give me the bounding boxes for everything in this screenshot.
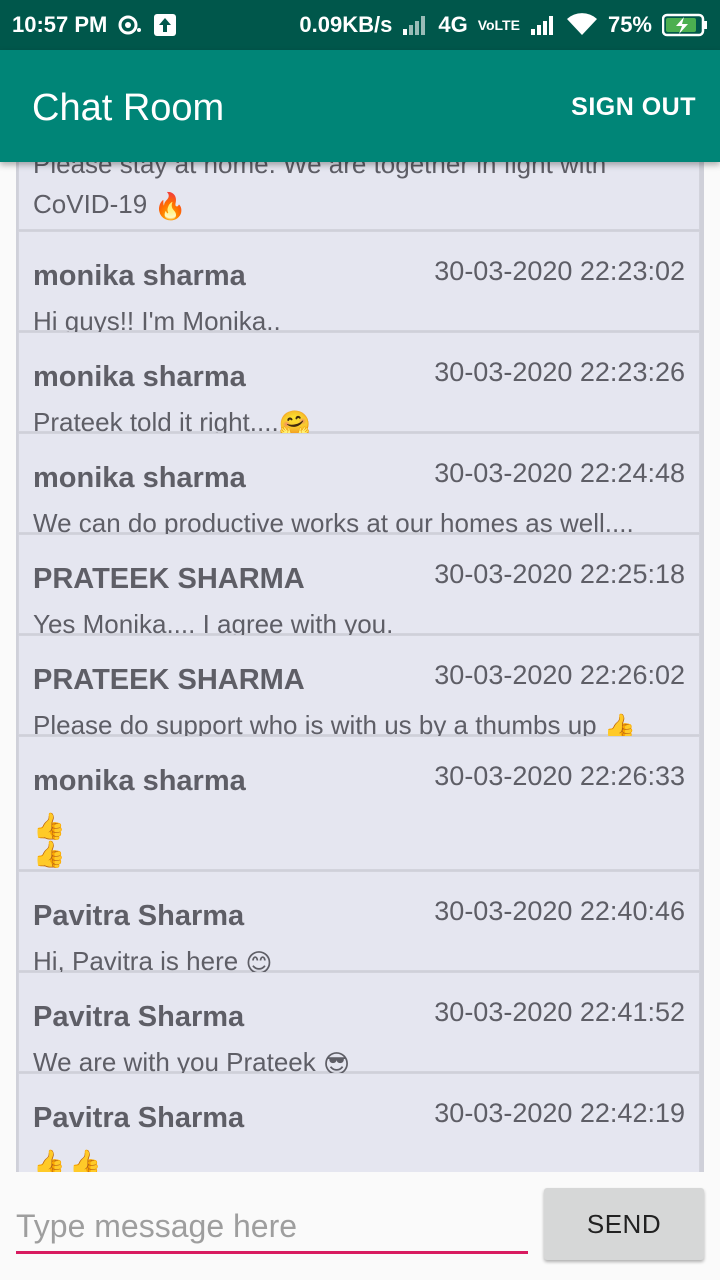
message-item: Pavitra Sharma 30-03-2020 22:42:19 👍 👍 [18, 1073, 700, 1172]
thumbs-up-emoji: 👍 [33, 839, 66, 869]
message-item: monika sharma 30-03-2020 22:23:26 Pratee… [18, 332, 700, 437]
message-item: Pavitra Sharma 30-03-2020 22:40:46 Hi, P… [18, 871, 700, 976]
page-title: Chat Room [32, 87, 225, 129]
sender-name: Pavitra Sharma [33, 1102, 245, 1134]
sender-name: monika sharma [33, 260, 246, 292]
sender-name: Pavitra Sharma [33, 1001, 245, 1033]
chat-list[interactable]: Please stay at home. We are together in … [16, 162, 704, 1172]
message-input[interactable] [16, 1202, 528, 1254]
message-timestamp: 30-03-2020 22:23:26 [434, 357, 685, 387]
network-speed: 0.09KB/s [299, 12, 393, 37]
thumbs-up-emoji: 👍 [33, 811, 66, 841]
message-emoji-stack: 👍 👍 [33, 813, 65, 869]
message-text-continued: CoVID-19 🔥 [33, 189, 187, 222]
message-composer: SEND [0, 1172, 720, 1280]
message-item: monika sharma 30-03-2020 22:26:33 👍 👍 [18, 736, 700, 870]
fire-emoji: 🔥 [154, 191, 187, 222]
sender-name: Pavitra Sharma [33, 900, 245, 932]
message-timestamp: 30-03-2020 22:41:52 [434, 997, 685, 1027]
message-timestamp: 30-03-2020 22:26:33 [434, 761, 685, 791]
message-item: PRATEEK SHARMA 30-03-2020 22:25:18 Yes M… [18, 534, 700, 639]
status-bar: 10:57 PM 0.09KB/s 4G Vo LTE 75% [0, 0, 720, 50]
upload-icon [153, 13, 177, 37]
sender-name: monika sharma [33, 765, 246, 797]
sender-name: monika sharma [33, 462, 246, 494]
message-timestamp: 30-03-2020 22:26:02 [434, 660, 685, 690]
message-emoji-row: 👍 👍 [33, 1150, 106, 1172]
message-item: Pavitra Sharma 30-03-2020 22:41:52 We ar… [18, 972, 700, 1077]
message-item: monika sharma 30-03-2020 22:23:02 Hi guy… [18, 231, 700, 336]
sender-name: PRATEEK SHARMA [33, 664, 305, 696]
send-button[interactable]: SEND [544, 1188, 704, 1260]
sender-name: PRATEEK SHARMA [33, 563, 305, 595]
status-time: 10:57 PM [12, 12, 108, 37]
thumbs-up-emoji: 👍 [69, 1148, 102, 1172]
message-item-partial: Please stay at home. We are together in … [18, 162, 700, 230]
message-text: Please stay at home. We are together in … [33, 162, 607, 179]
message-timestamp: 30-03-2020 22:23:02 [434, 256, 685, 286]
wifi-icon [566, 13, 598, 37]
volte-indicator: Vo LTE [477, 17, 520, 33]
signal-icon-2 [530, 14, 556, 36]
battery-icon [662, 13, 708, 37]
app-bar: Chat Room SIGN OUT [0, 50, 720, 162]
message-item: monika sharma 30-03-2020 22:24:48 We can… [18, 433, 700, 538]
thumbs-up-emoji: 👍 [33, 1148, 66, 1172]
network-type: 4G [438, 12, 468, 37]
message-timestamp: 30-03-2020 22:42:19 [434, 1098, 685, 1128]
message-item: PRATEEK SHARMA 30-03-2020 22:26:02 Pleas… [18, 635, 700, 740]
message-timestamp: 30-03-2020 22:25:18 [434, 559, 685, 589]
sender-name: monika sharma [33, 361, 246, 393]
battery-percentage: 75% [607, 12, 652, 37]
message-timestamp: 30-03-2020 22:40:46 [434, 896, 685, 926]
signal-icon [402, 14, 428, 36]
sign-out-button[interactable]: SIGN OUT [571, 93, 696, 122]
message-timestamp: 30-03-2020 22:24:48 [434, 458, 685, 488]
notification-icon [117, 14, 143, 36]
